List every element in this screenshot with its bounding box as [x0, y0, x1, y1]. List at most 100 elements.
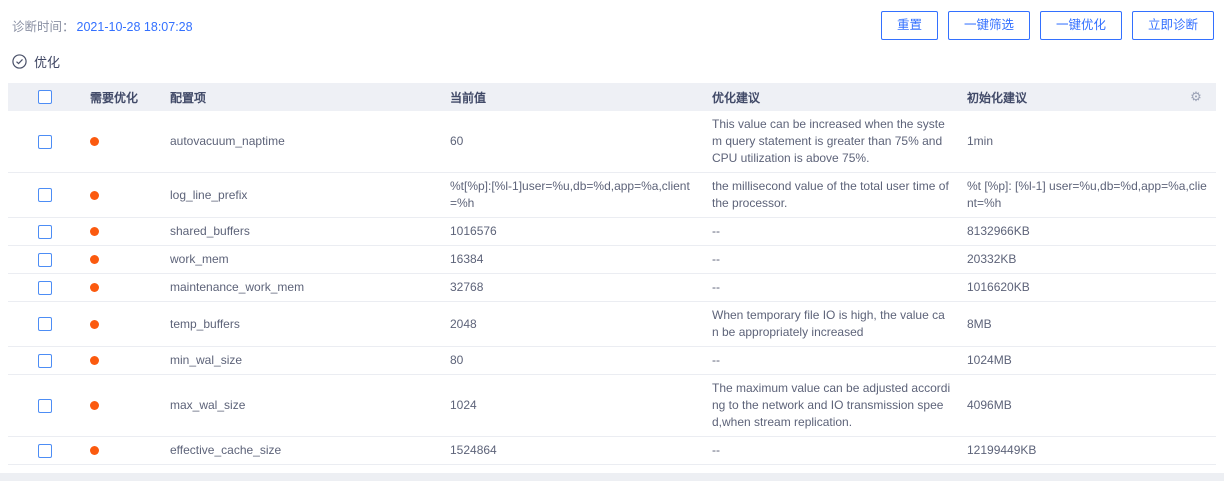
needs-optimization-dot [90, 137, 99, 146]
table-row: temp_buffers 2048 When temporary file IO… [8, 302, 1216, 347]
diagnosis-time-label: 诊断时间： [12, 20, 75, 34]
row-select-cell [8, 437, 82, 465]
config-item-name: effective_cache_size [162, 437, 442, 465]
column-header-init-suggestion: 初始化建议 [959, 83, 1176, 111]
config-item-name: autovacuum_naptime [162, 111, 442, 173]
table-row: work_mem 16384 -- 20332KB [8, 246, 1216, 274]
optimization-suggestion: -- [704, 218, 959, 246]
needs-optimization-dot [90, 227, 99, 236]
needs-optimization-cell [82, 173, 162, 218]
column-settings-gear-icon[interactable]: ⚙ [1190, 89, 1202, 104]
row-checkbox[interactable] [38, 281, 52, 295]
needs-optimization-cell [82, 111, 162, 173]
needs-optimization-dot [90, 356, 99, 365]
needs-optimization-dot [90, 320, 99, 329]
optimization-suggestion: The maximum value can be adjusted accord… [704, 375, 959, 437]
optimization-table: 需要优化 配置项 当前值 优化建议 初始化建议 ⚙ autovacuum_nap… [8, 83, 1216, 473]
table-row: max_wal_size 1024 The maximum value can … [8, 375, 1216, 437]
init-suggestion: 1024MB [959, 347, 1216, 375]
needs-optimization-dot [90, 191, 99, 200]
init-suggestion: 5min [959, 465, 1216, 474]
config-item-name: checkpoint_timeout [162, 465, 442, 474]
optimization-suggestion: -- [704, 246, 959, 274]
reset-button[interactable]: 重置 [881, 11, 938, 40]
diagnosis-time-value: 2021-10-28 18:07:28 [77, 20, 193, 34]
row-select-cell [8, 274, 82, 302]
row-select-cell [8, 218, 82, 246]
row-select-cell [8, 465, 82, 474]
row-checkbox[interactable] [38, 225, 52, 239]
needs-optimization-dot [90, 446, 99, 455]
topbar: 诊断时间：2021-10-28 18:07:28 重置 一键筛选 一键优化 立即… [0, 0, 1224, 40]
current-value: 1524864 [442, 437, 704, 465]
row-select-cell [8, 111, 82, 173]
needs-optimization-dot [90, 255, 99, 264]
init-suggestion: 4096MB [959, 375, 1216, 437]
optimization-suggestion: -- [704, 274, 959, 302]
current-value: 16384 [442, 246, 704, 274]
table-header: 需要优化 配置项 当前值 优化建议 初始化建议 ⚙ [8, 83, 1216, 111]
needs-optimization-cell [82, 347, 162, 375]
select-all-checkbox[interactable] [38, 90, 52, 104]
init-suggestion: %t [%p]: [%l-1] user=%u,db=%d,app=%a,cli… [959, 173, 1216, 218]
current-value: 32768 [442, 274, 704, 302]
config-item-name: max_wal_size [162, 375, 442, 437]
current-value: 80 [442, 347, 704, 375]
one-key-filter-button[interactable]: 一键筛选 [948, 11, 1030, 40]
config-item-name: shared_buffers [162, 218, 442, 246]
column-header-config-item: 配置项 [162, 83, 442, 111]
row-checkbox[interactable] [38, 354, 52, 368]
table-row: effective_cache_size 1524864 -- 12199449… [8, 437, 1216, 465]
optimization-suggestion: This value can be increased when the sys… [704, 111, 959, 173]
table-row: min_wal_size 80 -- 1024MB [8, 347, 1216, 375]
needs-optimization-cell [82, 465, 162, 474]
table-body: autovacuum_naptime 60 This value can be … [8, 111, 1216, 473]
current-value: 1024 [442, 375, 704, 437]
needs-optimization-cell [82, 274, 162, 302]
row-select-cell [8, 375, 82, 437]
init-suggestion: 8132966KB [959, 218, 1216, 246]
table-row: log_line_prefix %t[%p]:[%l-1]user=%u,db=… [8, 173, 1216, 218]
optimization-suggestion: the millisecond value of the total user … [704, 173, 959, 218]
config-item-name: log_line_prefix [162, 173, 442, 218]
diagnose-now-button[interactable]: 立即诊断 [1132, 11, 1214, 40]
row-checkbox[interactable] [38, 444, 52, 458]
table-row: shared_buffers 1016576 -- 8132966KB [8, 218, 1216, 246]
needs-optimization-cell [82, 218, 162, 246]
current-value: 300 [442, 465, 704, 474]
current-value: %t[%p]:[%l-1]user=%u,db=%d,app=%a,client… [442, 173, 704, 218]
config-item-name: maintenance_work_mem [162, 274, 442, 302]
row-select-cell [8, 302, 82, 347]
optimization-suggestion: When temporary file IO is high, the valu… [704, 302, 959, 347]
row-checkbox[interactable] [38, 253, 52, 267]
row-checkbox[interactable] [38, 317, 52, 331]
section-title-label: 优化 [34, 52, 60, 71]
needs-optimization-dot [90, 283, 99, 292]
select-all-cell [8, 83, 82, 111]
one-key-optimize-button[interactable]: 一键优化 [1040, 11, 1122, 40]
config-item-name: temp_buffers [162, 302, 442, 347]
config-item-name: min_wal_size [162, 347, 442, 375]
row-checkbox[interactable] [38, 135, 52, 149]
row-checkbox[interactable] [38, 188, 52, 202]
column-header-suggestion: 优化建议 [704, 83, 959, 111]
column-header-needs-optimization: 需要优化 [82, 83, 162, 111]
needs-optimization-dot [90, 401, 99, 410]
current-value: 1016576 [442, 218, 704, 246]
needs-optimization-cell [82, 246, 162, 274]
needs-optimization-cell [82, 302, 162, 347]
current-value: 2048 [442, 302, 704, 347]
row-select-cell [8, 347, 82, 375]
table-row: checkpoint_timeout 300 When IO pressure … [8, 465, 1216, 474]
init-suggestion: 1016620KB [959, 274, 1216, 302]
needs-optimization-cell [82, 437, 162, 465]
toolbar-buttons: 重置 一键筛选 一键优化 立即诊断 [881, 11, 1214, 40]
row-checkbox[interactable] [38, 399, 52, 413]
diagnosis-time: 诊断时间：2021-10-28 18:07:28 [12, 16, 193, 35]
table-row: autovacuum_naptime 60 This value can be … [8, 111, 1216, 173]
init-suggestion: 8MB [959, 302, 1216, 347]
row-select-cell [8, 173, 82, 218]
column-header-current-value: 当前值 [442, 83, 704, 111]
needs-optimization-cell [82, 375, 162, 437]
diagnosis-panel: 诊断时间：2021-10-28 18:07:28 重置 一键筛选 一键优化 立即… [0, 0, 1224, 473]
